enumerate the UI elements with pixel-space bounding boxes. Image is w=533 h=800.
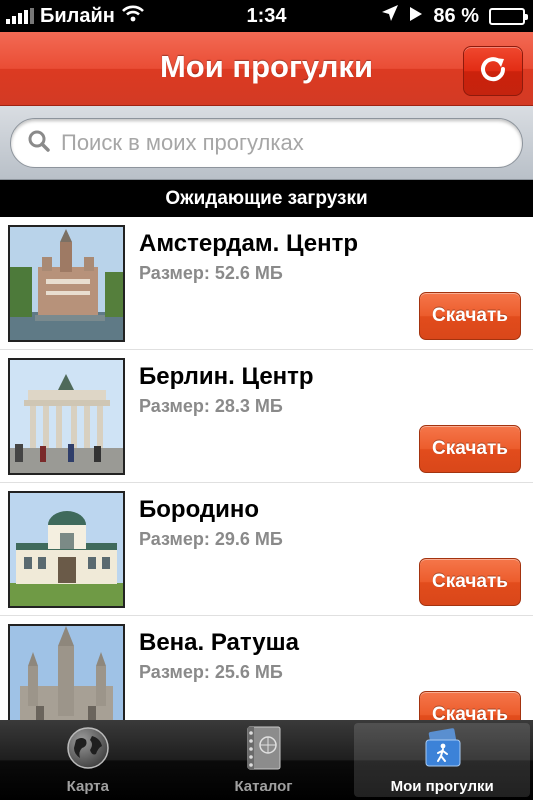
- walk-size: Размер: 29.6 МБ: [139, 529, 283, 549]
- battery-icon: [489, 7, 528, 25]
- list-item[interactable]: Вена. Ратуша Размер: 25.6 МБ Скачать: [0, 616, 533, 720]
- tab-label: Каталог: [234, 778, 293, 795]
- berlin-photo: [8, 358, 125, 475]
- play-icon: [409, 5, 423, 28]
- battery-percent: 86 %: [433, 4, 479, 27]
- walk-title: Амстердам. Центр: [139, 230, 359, 257]
- tab-my-walks[interactable]: Мои прогулки: [354, 723, 531, 797]
- walk-size: Размер: 52.6 МБ: [139, 263, 283, 283]
- refresh-button[interactable]: [463, 46, 523, 96]
- tab-map[interactable]: Карта: [0, 720, 176, 800]
- tab-bar: Карта Каталог Мои прогулки: [0, 720, 533, 800]
- download-button[interactable]: Скачать: [419, 425, 521, 473]
- walk-title: Берлин. Центр: [139, 363, 314, 390]
- borodino-photo: [8, 491, 125, 608]
- my-walks-icon: [419, 726, 465, 770]
- tab-label: Карта: [66, 778, 109, 795]
- vienna-photo: [8, 624, 125, 720]
- walk-size: Размер: 25.6 МБ: [139, 662, 283, 682]
- list-item[interactable]: Берлин. Центр Размер: 28.3 МБ Скачать: [0, 350, 533, 483]
- status-bar: Билайн 1:34 86 %: [0, 0, 533, 32]
- list-item[interactable]: Амстердам. Центр Размер: 52.6 МБ Скачать: [0, 217, 533, 350]
- section-header: Ожидающие загрузки: [0, 180, 533, 217]
- list-item[interactable]: Бородино Размер: 29.6 МБ Скачать: [0, 483, 533, 616]
- download-button[interactable]: Скачать: [419, 691, 521, 720]
- location-arrow-icon: [381, 4, 399, 28]
- page-title: Мои прогулки: [159, 49, 374, 84]
- walk-size: Размер: 28.3 МБ: [139, 396, 283, 416]
- walk-title: Вена. Ратуша: [139, 629, 299, 656]
- search-field[interactable]: [10, 118, 523, 168]
- walks-list: Амстердам. Центр Размер: 52.6 МБ Скачать: [0, 217, 533, 720]
- search-bar: [0, 106, 533, 180]
- download-button[interactable]: Скачать: [419, 292, 521, 340]
- tab-catalog[interactable]: Каталог: [176, 720, 352, 800]
- nav-bar: Мои прогулки: [0, 32, 533, 106]
- amsterdam-photo: [8, 225, 125, 342]
- refresh-icon: [478, 54, 508, 89]
- search-icon: [27, 129, 51, 158]
- catalog-book-icon: [241, 726, 287, 770]
- tab-label: Мои прогулки: [390, 778, 494, 795]
- walk-title: Бородино: [139, 496, 260, 523]
- download-button[interactable]: Скачать: [419, 558, 521, 606]
- globe-icon: [65, 726, 111, 770]
- search-input[interactable]: [61, 130, 491, 156]
